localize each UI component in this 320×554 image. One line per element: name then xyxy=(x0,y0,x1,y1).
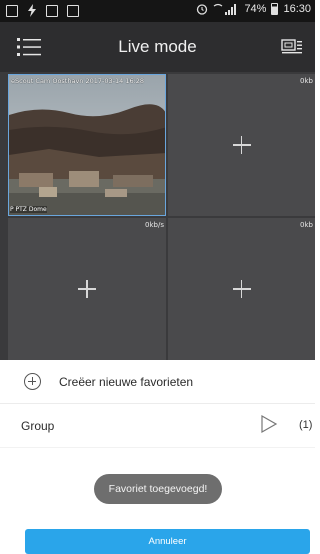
group-label: Group xyxy=(21,419,55,433)
cancel-button[interactable]: Annuleer xyxy=(25,529,310,554)
status-bar: 74% 16:30 xyxy=(0,0,315,22)
app-header: Live mode xyxy=(0,22,315,72)
group-row[interactable]: Group (1) xyxy=(0,404,315,448)
add-circle-icon xyxy=(24,373,41,390)
bitrate-label: 0kb xyxy=(300,77,313,85)
play-icon[interactable] xyxy=(260,414,278,434)
bitrate-label: 0kb/s xyxy=(145,221,164,229)
signal-icon xyxy=(214,3,237,15)
video-tile-2[interactable]: 0kb xyxy=(168,74,315,216)
add-camera-icon[interactable] xyxy=(78,280,96,298)
page-title: Live mode xyxy=(118,37,197,56)
group-count: (1) xyxy=(299,419,313,431)
battery-percent: 74% xyxy=(244,3,267,15)
camera-list-icon[interactable] xyxy=(281,38,303,56)
favorites-sheet: Creëer nieuwe favorieten Group (1) xyxy=(0,360,315,554)
create-favorite-row[interactable]: Creëer nieuwe favorieten xyxy=(0,360,315,404)
clock: 16:30 xyxy=(283,3,311,15)
camera-feed-image xyxy=(9,75,165,215)
alarm-icon xyxy=(197,4,208,15)
add-camera-icon[interactable] xyxy=(232,136,251,154)
toast-message: Favoriet toegevoegd! xyxy=(94,474,222,504)
add-camera-icon[interactable] xyxy=(232,280,251,298)
video-tile-3[interactable]: 0kb/s xyxy=(8,218,166,360)
video-tile-1[interactable]: eScout Cam Oosthavn 2017-03-14 16:28 P P… xyxy=(8,74,166,216)
briefcase-icon xyxy=(67,4,79,17)
download-icon xyxy=(46,4,58,17)
camera-name-label: P PTZ Dome xyxy=(10,206,47,213)
camera-overlay-title: eScout Cam Oosthavn 2017-03-14 16:28 xyxy=(11,77,145,85)
battery-icon xyxy=(271,3,279,15)
create-favorite-label: Creëer nieuwe favorieten xyxy=(59,375,194,389)
video-grid: eScout Cam Oosthavn 2017-03-14 16:28 P P… xyxy=(0,72,315,360)
bitrate-label: 0kb xyxy=(300,221,313,229)
image-icon xyxy=(6,4,18,17)
flash-icon xyxy=(28,4,36,17)
video-tile-4[interactable]: 0kb xyxy=(168,218,315,360)
